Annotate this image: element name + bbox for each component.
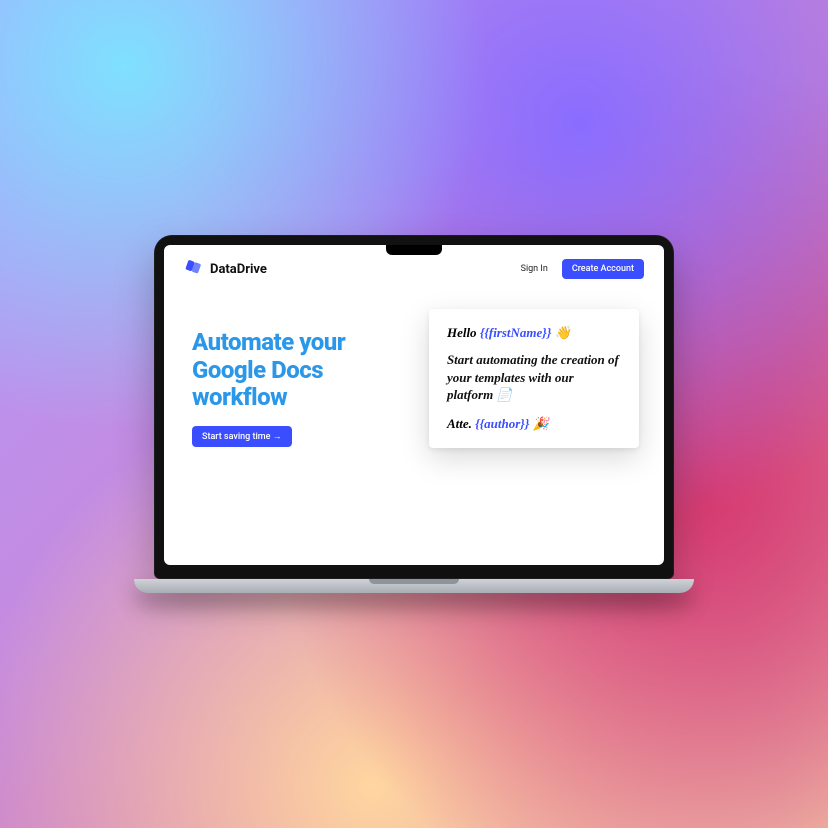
greeting-variable: {{firstName}} [480,325,552,340]
laptop-screen: DataDrive Sign In Create Account Automat… [164,245,664,565]
card-signoff: Atte. {{author}} 🎉 [447,416,621,432]
hero-left: Automate your Google Docs workflow Start… [192,329,409,565]
laptop-notch [386,245,442,255]
brand-logo[interactable]: DataDrive [184,257,267,281]
cta-button[interactable]: Start saving time → [192,426,292,447]
hero-headline: Automate your Google Docs workflow [192,329,409,412]
laptop-mockup: DataDrive Sign In Create Account Automat… [154,235,674,593]
hero-section: Automate your Google Docs workflow Start… [164,289,664,565]
laptop-base [134,579,694,593]
wave-emoji-icon: 👋 [551,325,570,340]
landing-page: DataDrive Sign In Create Account Automat… [164,245,664,565]
brand-name: DataDrive [210,262,267,277]
card-body-text: Start automating the creation of your te… [447,351,621,404]
signoff-prefix: Atte. [447,416,475,431]
greeting-prefix: Hello [447,325,480,340]
logo-icon [184,257,204,281]
hero-right: Hello {{firstName}} 👋 Start automating t… [429,329,644,565]
gradient-background: DataDrive Sign In Create Account Automat… [0,0,828,828]
card-greeting: Hello {{firstName}} 👋 [447,325,621,341]
create-account-button[interactable]: Create Account [562,259,644,279]
party-emoji-icon: 🎉 [529,416,548,431]
sign-in-link[interactable]: Sign In [515,260,554,278]
signoff-variable: {{author}} [475,416,529,431]
template-preview-card: Hello {{firstName}} 👋 Start automating t… [429,309,639,448]
laptop-lid: DataDrive Sign In Create Account Automat… [154,235,674,579]
